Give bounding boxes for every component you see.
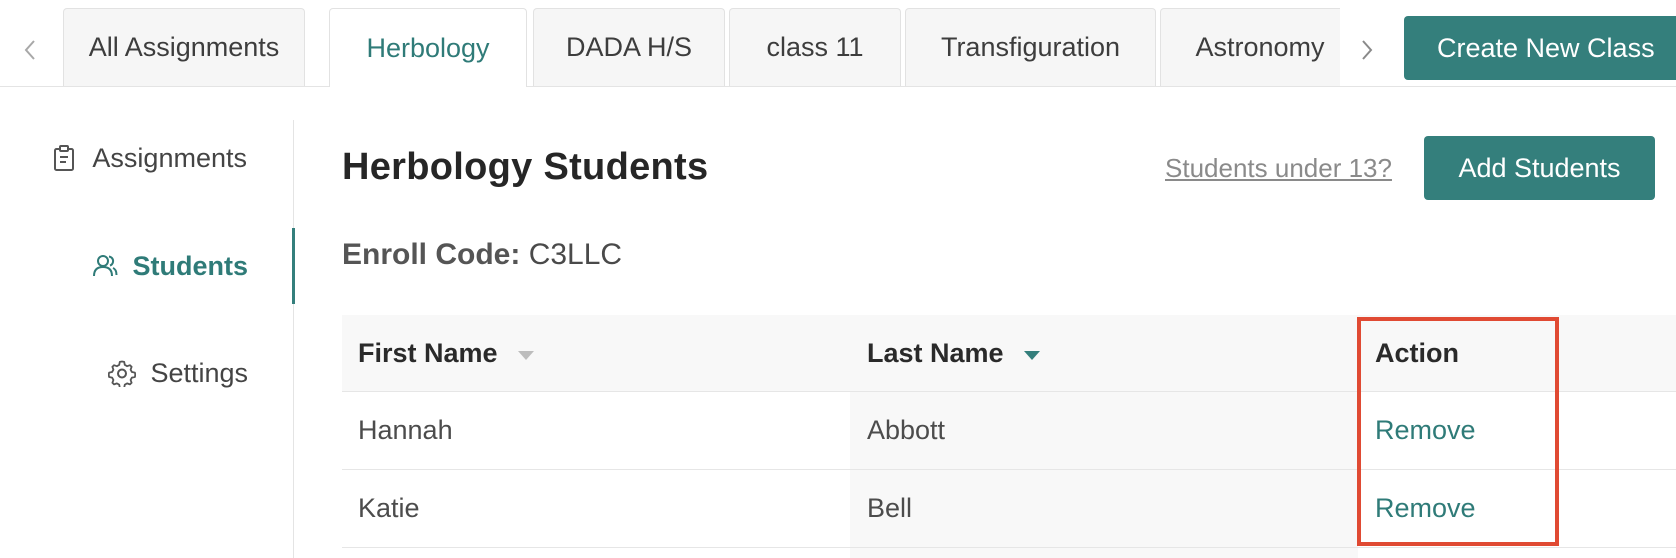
column-header-action: Action bbox=[1375, 337, 1459, 368]
sidebar-active-indicator bbox=[292, 228, 295, 304]
remove-student-link[interactable]: Remove bbox=[1375, 493, 1476, 524]
class-tab-bar: All Assignments Herbology DADA H/S class… bbox=[0, 0, 1676, 87]
sidebar-item-label: Settings bbox=[150, 357, 248, 388]
tab-herbology[interactable]: Herbology bbox=[329, 8, 527, 87]
tab-all-assignments[interactable]: All Assignments bbox=[63, 8, 305, 86]
table-row: Hannah Abbott Remove bbox=[342, 392, 1676, 470]
tab-astronomy[interactable]: Astronomy bbox=[1160, 8, 1340, 86]
tab-class-11[interactable]: class 11 bbox=[729, 8, 901, 86]
sort-caret-icon[interactable] bbox=[517, 350, 534, 360]
enroll-code-value: C3LLC bbox=[528, 238, 623, 271]
users-icon bbox=[90, 252, 118, 280]
enroll-code-label: Enroll Code: bbox=[342, 238, 521, 271]
sort-caret-active-icon[interactable] bbox=[1023, 350, 1040, 360]
last-name-cell: Abbott bbox=[867, 415, 946, 445]
tab-transfiguration[interactable]: Transfiguration bbox=[905, 8, 1156, 86]
students-table: First Name Last Name Action Hannah Abbot… bbox=[342, 315, 1676, 558]
tabs-scroll-left-button[interactable] bbox=[12, 30, 48, 70]
first-name-cell: Hannah bbox=[358, 415, 453, 445]
class-sidebar: Assignments Students Settings bbox=[0, 120, 295, 558]
chevron-left-icon bbox=[24, 40, 35, 60]
sidebar-item-label: Assignments bbox=[92, 142, 247, 173]
sidebar-item-assignments[interactable]: Assignments bbox=[50, 138, 247, 178]
create-new-class-button[interactable]: Create New Class bbox=[1404, 16, 1676, 80]
table-header-row: First Name Last Name Action bbox=[342, 315, 1676, 392]
tabs-scroll-right-button[interactable] bbox=[1349, 30, 1385, 70]
tabs-strip: All Assignments Herbology DADA H/S class… bbox=[63, 8, 1340, 87]
page-title: Herbology Students bbox=[342, 146, 709, 188]
tab-dada-hs[interactable]: DADA H/S bbox=[533, 8, 725, 86]
action-cell: Remove bbox=[1375, 392, 1476, 469]
tab-bar-divider bbox=[0, 86, 1676, 87]
column-header-last-name[interactable]: Last Name bbox=[867, 315, 1040, 391]
action-cell: Remove bbox=[1375, 470, 1476, 547]
clipboard-icon bbox=[50, 144, 78, 172]
last-name-cell: Bell bbox=[867, 493, 913, 523]
gear-icon bbox=[108, 359, 137, 387]
table-row: Katie Bell Remove bbox=[342, 470, 1676, 548]
sidebar-item-students[interactable]: Students bbox=[90, 246, 248, 286]
first-name-cell: Katie bbox=[358, 493, 420, 523]
students-under-13-link[interactable]: Students under 13? bbox=[1165, 153, 1392, 184]
enroll-code: Enroll Code: C3LLC bbox=[342, 238, 622, 272]
add-students-button[interactable]: Add Students bbox=[1424, 136, 1655, 200]
sidebar-item-settings[interactable]: Settings bbox=[108, 353, 248, 393]
column-header-first-name[interactable]: First Name bbox=[358, 315, 534, 391]
remove-student-link[interactable]: Remove bbox=[1375, 415, 1476, 446]
sidebar-item-label: Students bbox=[132, 250, 248, 281]
chevron-right-icon bbox=[1362, 40, 1373, 60]
